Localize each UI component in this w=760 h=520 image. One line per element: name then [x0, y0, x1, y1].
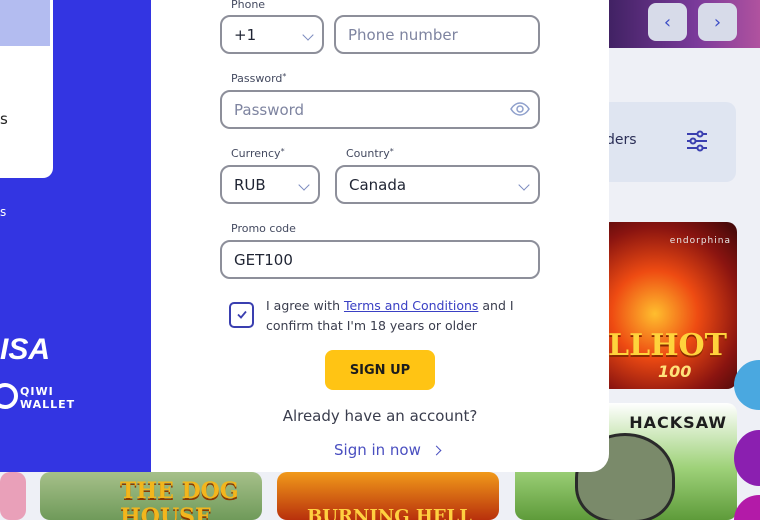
country-label: Country* [346, 147, 394, 160]
filter-sliders-icon[interactable] [686, 130, 708, 152]
game-provider: endorphina [669, 236, 731, 246]
signup-button[interactable]: SIGN UP [325, 350, 435, 390]
game-tile-burning-hell[interactable]: BURNING HELL [277, 472, 499, 520]
terms-agreement: I agree with Terms and Conditions and I … [266, 298, 514, 333]
left-panel: s s ISA QIWI WALLET [0, 0, 151, 472]
carousel-next-button[interactable]: › [698, 3, 737, 41]
game-tile-hot[interactable]: endorphina LLHOT 100 [600, 222, 737, 389]
carousel-prev-button[interactable]: ‹ [648, 3, 687, 41]
country-code-value: +1 [234, 25, 257, 44]
signup-modal [151, 0, 609, 472]
menu-item-fragment: s [0, 110, 8, 128]
chevron-left-icon: ‹ [663, 11, 672, 33]
providers-filter-label: ders [606, 132, 637, 148]
game-number: 100 [658, 362, 692, 381]
have-account-text: Already have an account? [282, 407, 478, 425]
chevron-right-icon [431, 445, 442, 455]
password-placeholder: Password [234, 100, 305, 119]
password-label: Password* [231, 72, 287, 85]
chevron-down-icon [302, 29, 314, 41]
country-select[interactable]: Canada [335, 165, 540, 204]
phone-placeholder: Phone number [348, 25, 458, 44]
signin-link[interactable]: Sign in now [334, 441, 442, 459]
currency-value: RUB [234, 175, 266, 194]
game-title: LLHOT [608, 328, 727, 363]
visa-logo: ISA [0, 333, 51, 366]
qiwi-icon [0, 383, 18, 409]
chevron-right-icon: › [713, 11, 722, 33]
qiwi-logo: QIWI WALLET [20, 385, 76, 411]
game-tile-partial[interactable] [0, 472, 26, 520]
game-title: BURNING HELL [307, 506, 472, 520]
chevron-down-icon [518, 179, 530, 191]
phone-input[interactable]: Phone number [334, 15, 540, 54]
chevron-down-icon [298, 179, 310, 191]
currency-select[interactable]: RUB [220, 165, 320, 204]
terms-checkbox[interactable] [229, 302, 254, 328]
promo-value: GET100 [234, 250, 293, 269]
game-title: THE DOG HOUSE [120, 478, 239, 520]
game-tile-dog-house[interactable]: THE DOG HOUSE [40, 472, 262, 520]
currency-label: Currency* [231, 147, 285, 160]
bonus-icon[interactable] [734, 495, 760, 520]
promo-label: Promo code [231, 222, 296, 235]
promo-input[interactable]: GET100 [220, 240, 540, 279]
country-value: Canada [349, 175, 407, 194]
gift-icon[interactable] [734, 430, 760, 486]
country-code-select[interactable]: +1 [220, 15, 324, 54]
checkmark-icon [237, 310, 247, 319]
game-provider: HACKSAW [629, 413, 727, 432]
terms-link[interactable]: Terms and Conditions [344, 298, 478, 313]
panel-text-fragment: s [0, 205, 7, 219]
phone-label: Phone [231, 0, 266, 11]
password-input[interactable]: Password [220, 90, 540, 129]
telegram-icon[interactable] [734, 360, 760, 410]
eye-icon[interactable] [510, 102, 530, 116]
menu-item-selected[interactable] [0, 0, 50, 46]
menu-card: s [0, 0, 53, 178]
